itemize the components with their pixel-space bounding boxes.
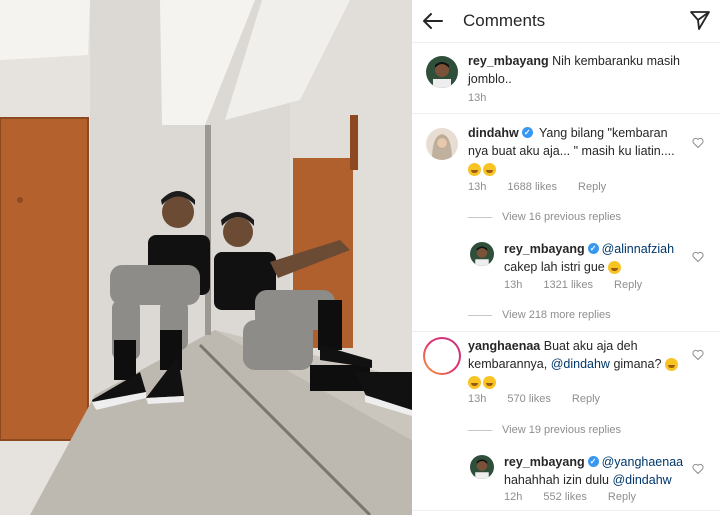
comment-username[interactable]: dindahw [468,126,519,140]
divider [412,113,720,114]
comment-username[interactable]: rey_mbayang [504,455,585,469]
heart-outline-icon[interactable] [692,137,704,149]
comment-time: 13h [468,181,487,193]
tongue-emoji-icon [483,163,496,177]
comment-time: 13h [468,393,487,405]
comment-meta: 13h 1688 likes Reply [468,181,624,193]
comment-username[interactable]: rey_mbayang [504,242,585,256]
verified-badge-icon: ✓ [587,243,599,255]
comment-username[interactable]: yanghaenaa [468,339,540,353]
avatar[interactable] [426,56,458,88]
comment-time: 13h [468,92,487,104]
comment-likes[interactable]: 570 likes [507,393,550,405]
comment-text: rey_mbayang Nih kembaranku masih jomblo.… [468,52,688,88]
heart-outline-icon[interactable] [692,251,704,263]
page-title: Comments [463,11,546,30]
comment-text: yanghaenaa Buat aku aja deh kembarannya,… [468,337,693,391]
comment-text: dindahw ✓ Yang bilang "kembaran nya buat … [468,124,688,178]
comment-meta: 13h 1321 likes Reply [504,279,660,291]
comment-meta: 13h [468,92,504,104]
mention-link[interactable]: @yanghaenaa [602,455,684,469]
comments-panel: Comments rey_mbayang Nih kembaranku masi… [412,0,720,515]
avatar[interactable] [470,455,494,479]
comment-time: 13h [504,279,523,291]
mention-link[interactable]: @alinnafziah [602,242,674,256]
avatar[interactable] [426,128,458,160]
photo-illustration [0,0,412,515]
mention-link[interactable]: @dindahw [551,357,610,371]
comment-body: hahahhah izin dulu [504,473,609,487]
verified-badge-icon: ✓ [521,127,533,139]
reply-button[interactable]: Reply [608,491,636,503]
smiling-emoji-icon [608,261,622,275]
comment-likes[interactable]: 1321 likes [543,279,593,291]
divider [412,510,720,511]
laughing-emoji-icon [468,376,481,390]
comment-meta: 13h 570 likes Reply [468,393,618,405]
verified-badge-icon: ✓ [587,456,599,468]
grinning-emoji-icon [468,163,481,177]
reply-button[interactable]: Reply [614,279,642,291]
comments-header: Comments [412,0,720,43]
view-replies-link[interactable]: View 16 previous replies [468,211,621,223]
reply-text: rey_mbayang ✓ @alinnafziah cakep lah istri… [504,240,694,276]
reply-button[interactable]: Reply [572,393,600,405]
comment-likes[interactable]: 1688 likes [507,181,557,193]
laughing-emoji-icon [664,358,678,372]
reply-text: rey_mbayang ✓ @yanghaenaa hahahhah izin du… [504,453,704,489]
comment-username[interactable]: rey_mbayang [468,54,549,68]
paper-plane-icon[interactable] [689,9,711,31]
heart-outline-icon[interactable] [692,349,704,361]
laughing-emoji-icon [483,376,496,390]
view-replies-link[interactable]: View 218 more replies [468,309,611,321]
comment-body: cakep lah istri gue [504,260,605,274]
mention-link[interactable]: @dindahw [612,473,671,487]
story-ring[interactable] [423,337,461,375]
reply-button[interactable]: Reply [578,181,606,193]
comment-body: gimana? [613,357,662,371]
divider [412,331,720,332]
comment-time: 12h [504,491,523,503]
view-replies-link[interactable]: View 19 previous replies [468,424,621,436]
heart-outline-icon[interactable] [692,463,704,475]
comment-meta: 12h 552 likes Reply [504,491,654,503]
post-photo [0,0,412,515]
avatar[interactable] [470,242,494,266]
comment-likes[interactable]: 552 likes [543,491,586,503]
arrow-left-icon[interactable] [420,8,446,34]
